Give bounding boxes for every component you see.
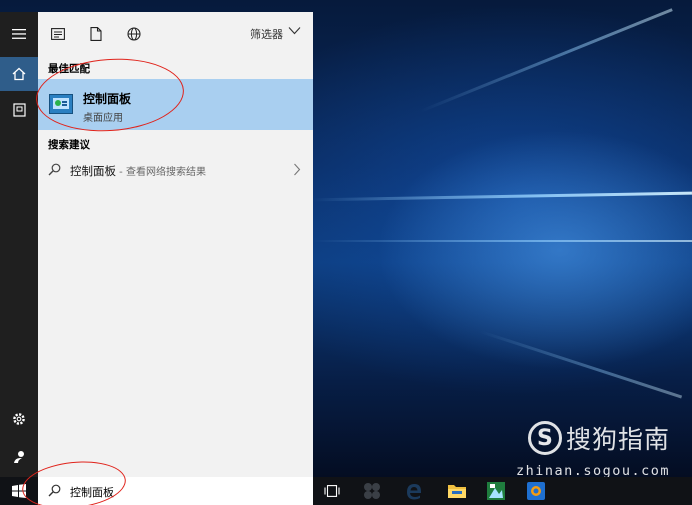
- light-beam: [312, 240, 692, 242]
- best-match-title: 最佳匹配: [48, 63, 90, 75]
- web-icon: [127, 27, 141, 41]
- suggestions-title: 搜索建议: [48, 139, 90, 151]
- documents-filter-button[interactable]: [87, 25, 105, 43]
- photos-app-button[interactable]: [479, 479, 513, 503]
- light-beam: [479, 330, 683, 399]
- suggestion-hint: 查看网络搜索结果: [125, 167, 206, 178]
- edge-browser-button[interactable]: [397, 479, 431, 503]
- sogou-watermark: S 搜狗指南 zhinan.sogou.com: [516, 420, 670, 479]
- search-icon: [48, 484, 61, 497]
- settings-button[interactable]: [0, 402, 38, 436]
- outlook-app-button[interactable]: [519, 479, 553, 503]
- best-match-name: 控制面板: [83, 92, 132, 106]
- start-button[interactable]: [0, 477, 38, 505]
- hamburger-icon: [12, 29, 26, 39]
- chevron-down-icon[interactable]: [288, 26, 301, 35]
- apps-filter-button[interactable]: [49, 25, 67, 43]
- suggestion-item[interactable]: 控制面板 - 查看网络搜索结果: [38, 158, 313, 182]
- best-match-item[interactable]: 控制面板 桌面应用: [38, 79, 313, 130]
- light-beam: [419, 8, 673, 113]
- taskbar: 控制面板: [0, 477, 692, 505]
- task-view-button[interactable]: [315, 479, 349, 503]
- taskbar-app-1[interactable]: [355, 479, 389, 503]
- settings-icon: [13, 413, 25, 425]
- edge-icon: [407, 484, 421, 500]
- apps-icon: [51, 28, 65, 40]
- web-filter-button[interactable]: [125, 25, 143, 43]
- start-menu-rail: [0, 12, 38, 477]
- task-view-icon: [324, 485, 340, 497]
- user-icon: [13, 451, 24, 463]
- best-match-subtitle: 桌面应用: [83, 113, 123, 124]
- light-beam: [312, 191, 692, 202]
- filter-dropdown-label[interactable]: 筛选器: [250, 26, 283, 42]
- suggestion-term: 控制面板: [70, 164, 116, 178]
- filter-bar: 筛选器: [38, 12, 313, 56]
- search-input[interactable]: 控制面板: [70, 484, 114, 500]
- home-icon: [12, 67, 26, 81]
- chevron-right-icon[interactable]: [293, 163, 301, 176]
- control-panel-icon: [49, 94, 73, 114]
- app-grid-icon: [364, 483, 380, 499]
- search-icon: [48, 163, 61, 176]
- windows-logo-icon: [12, 484, 26, 498]
- photos-icon: [487, 482, 505, 500]
- sogou-logo-icon: S: [527, 421, 562, 455]
- outlook-icon: [527, 482, 545, 500]
- documents-button[interactable]: [0, 93, 38, 127]
- documents-icon: [90, 27, 102, 41]
- watermark-brand-text: 搜狗指南: [565, 425, 670, 454]
- search-results-panel: 筛选器 最佳匹配 控制面板 桌面应用 搜索建议 控制面板 - 查看网络搜索结果: [38, 12, 313, 477]
- suggestion-separator: -: [116, 167, 126, 178]
- file-explorer-button[interactable]: [440, 479, 474, 503]
- hamburger-button[interactable]: [0, 17, 38, 51]
- suggestion-text: 控制面板 - 查看网络搜索结果: [70, 163, 206, 179]
- taskbar-search-box[interactable]: 控制面板: [38, 477, 313, 505]
- watermark-brand: S 搜狗指南: [516, 420, 670, 456]
- user-button[interactable]: [0, 440, 38, 474]
- document-icon: [12, 103, 26, 117]
- home-button[interactable]: [0, 57, 38, 91]
- file-explorer-icon: [448, 485, 466, 498]
